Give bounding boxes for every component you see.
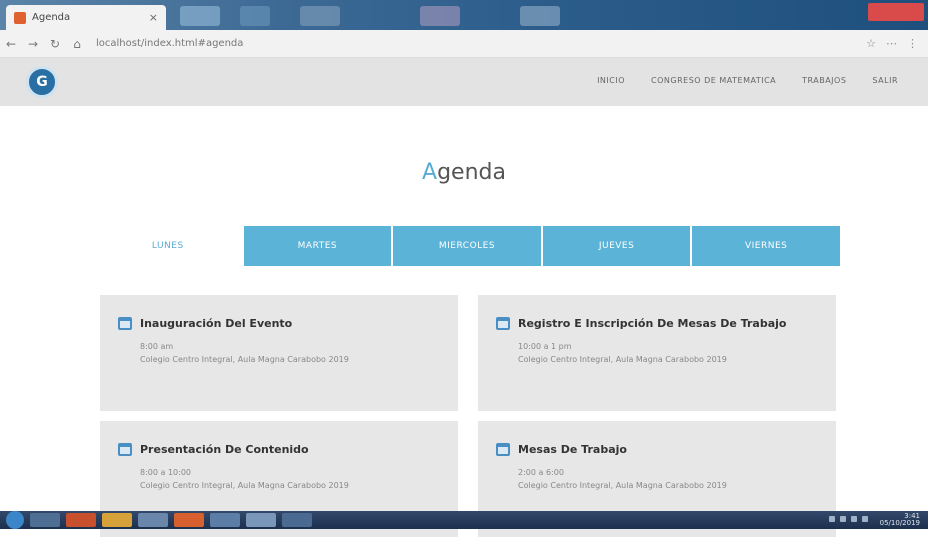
event-card[interactable]: Registro E Inscripción De Mesas De Traba… bbox=[478, 295, 836, 411]
tab-martes[interactable]: MARTES bbox=[243, 226, 394, 266]
tray-icon[interactable] bbox=[829, 516, 835, 522]
event-time: 10:00 a 1 pm bbox=[518, 342, 572, 351]
event-place: Colegio Centro Integral, Aula Magna Cara… bbox=[518, 355, 727, 364]
nav-item-inicio[interactable]: INICIO bbox=[597, 76, 625, 85]
taskbar-decoration bbox=[300, 6, 340, 26]
tray-icon[interactable] bbox=[851, 516, 857, 522]
browser-tab[interactable]: Agenda × bbox=[6, 5, 166, 30]
clock-date: 05/10/2019 bbox=[879, 519, 920, 527]
close-icon[interactable]: × bbox=[149, 11, 158, 24]
tab-title: Agenda bbox=[32, 12, 71, 23]
event-title: Registro E Inscripción De Mesas De Traba… bbox=[518, 317, 787, 330]
page-title-initial: A bbox=[422, 160, 438, 185]
tab-lunes[interactable]: LUNES bbox=[94, 226, 244, 266]
system-tray bbox=[829, 516, 868, 522]
app-icon[interactable] bbox=[102, 513, 132, 527]
event-place: Colegio Centro Integral, Aula Magna Cara… bbox=[518, 481, 727, 490]
reload-icon[interactable]: ↻ bbox=[44, 37, 66, 51]
bookmark-star-icon[interactable]: ☆ bbox=[866, 37, 876, 50]
nav-item-congreso[interactable]: CONGRESO DE MATEMATICA bbox=[651, 76, 776, 85]
back-arrow-icon[interactable]: ← bbox=[0, 37, 22, 51]
calendar-icon bbox=[496, 443, 510, 456]
taskbar-decoration bbox=[420, 6, 460, 26]
os-taskbar: 3:41 05/10/2019 bbox=[0, 511, 928, 529]
event-title: Mesas De Trabajo bbox=[518, 443, 627, 456]
tab-miercoles[interactable]: MIERCOLES bbox=[393, 226, 543, 266]
taskbar-clock[interactable]: 3:41 05/10/2019 bbox=[880, 513, 920, 527]
extensions-icon[interactable]: ⋯ bbox=[886, 37, 897, 50]
tray-icon[interactable] bbox=[862, 516, 868, 522]
tab-jueves[interactable]: JUEVES bbox=[542, 226, 693, 266]
event-time: 2:00 a 6:00 bbox=[518, 468, 564, 477]
address-bar[interactable]: localhost/index.html#agenda bbox=[96, 38, 866, 49]
explorer-icon[interactable] bbox=[30, 513, 60, 527]
start-button[interactable] bbox=[6, 511, 24, 529]
calendar-icon bbox=[118, 443, 132, 456]
favicon-icon bbox=[14, 11, 26, 24]
app-icon[interactable] bbox=[210, 513, 240, 527]
home-icon[interactable]: ⌂ bbox=[66, 37, 88, 51]
window-controls[interactable] bbox=[868, 3, 924, 21]
main-nav: INICIO CONGRESO DE MATEMATICA TRABAJOS S… bbox=[597, 76, 898, 85]
browser-toolbar: ← → ↻ ⌂ localhost/index.html#agenda ☆ ⋯ … bbox=[0, 30, 928, 58]
event-card[interactable]: Inauguración Del Evento 8:00 am Colegio … bbox=[100, 295, 458, 411]
day-tabs: LUNES MARTES MIERCOLES JUEVES VIERNES bbox=[94, 226, 840, 266]
site-header: G INICIO CONGRESO DE MATEMATICA TRABAJOS… bbox=[0, 58, 928, 106]
page-title-rest: genda bbox=[437, 160, 506, 185]
browser-menu-icon[interactable]: ⋮ bbox=[907, 37, 918, 50]
event-time: 8:00 a 10:00 bbox=[140, 468, 192, 477]
browser-icon[interactable] bbox=[174, 513, 204, 527]
app-icon[interactable] bbox=[246, 513, 276, 527]
nav-item-trabajos[interactable]: TRABAJOS bbox=[802, 76, 846, 85]
app-icon[interactable] bbox=[66, 513, 96, 527]
site-logo[interactable]: G bbox=[26, 66, 58, 98]
calendar-icon bbox=[118, 317, 132, 330]
calendar-icon bbox=[496, 317, 510, 330]
event-time: 8:00 am bbox=[140, 342, 174, 351]
forward-arrow-icon[interactable]: → bbox=[22, 37, 44, 51]
taskbar-decoration bbox=[180, 6, 220, 26]
tray-icon[interactable] bbox=[840, 516, 846, 522]
browser-tab-strip: Agenda × bbox=[0, 0, 928, 30]
nav-item-salir[interactable]: SALIR bbox=[872, 76, 898, 85]
event-place: Colegio Centro Integral, Aula Magna Cara… bbox=[140, 355, 349, 364]
app-icon[interactable] bbox=[138, 513, 168, 527]
taskbar-decoration bbox=[520, 6, 560, 26]
app-icon[interactable] bbox=[282, 513, 312, 527]
tab-viernes[interactable]: VIERNES bbox=[692, 226, 840, 266]
event-title: Inauguración Del Evento bbox=[140, 317, 293, 330]
event-place: Colegio Centro Integral, Aula Magna Cara… bbox=[140, 481, 349, 490]
taskbar-decoration bbox=[240, 6, 270, 26]
event-title: Presentación De Contenido bbox=[140, 443, 309, 456]
page-title: Agenda bbox=[0, 160, 928, 185]
